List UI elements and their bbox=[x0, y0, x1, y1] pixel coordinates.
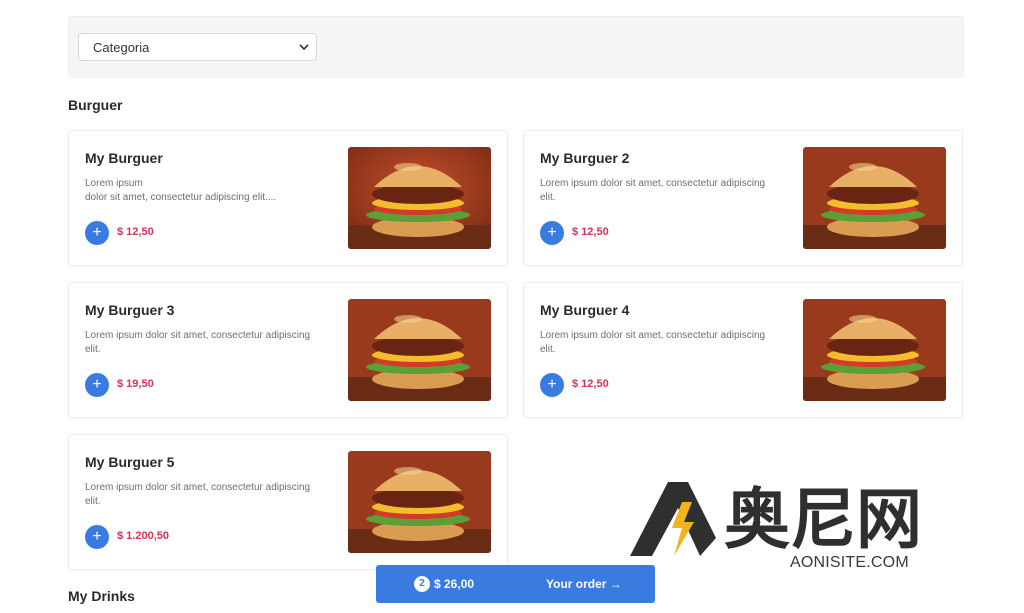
order-total: $ 26,00 bbox=[434, 577, 475, 591]
burger-image bbox=[803, 147, 946, 249]
product-description: Lorem ipsum dolor sit amet, consectetur … bbox=[85, 330, 311, 355]
menu-page: Categoria Burguer My Burguer Lorem ipsum… bbox=[0, 0, 1024, 613]
product-description: Lorem ipsum dolor sit amet, consectetur … bbox=[85, 178, 277, 203]
filter-bar: Categoria bbox=[68, 16, 964, 78]
product-description: Lorem ipsum dolor sit amet, consectetur … bbox=[540, 330, 766, 355]
product-name: My Burguer 4 bbox=[540, 302, 630, 318]
product-name: My Burguer bbox=[85, 150, 163, 166]
svg-text:奥尼网: 奥尼网 bbox=[724, 481, 922, 558]
product-price: $ 12,50 bbox=[572, 378, 609, 390]
product-price: $ 12,50 bbox=[572, 226, 609, 238]
add-to-cart-button[interactable]: + bbox=[85, 373, 109, 397]
add-to-cart-button[interactable]: + bbox=[540, 221, 564, 245]
product-name: My Burguer 2 bbox=[540, 150, 630, 166]
product-card[interactable]: My Burguer Lorem ipsum dolor sit amet, c… bbox=[68, 130, 508, 266]
your-order-button[interactable]: 2 $ 26,00 Your order → bbox=[376, 565, 655, 603]
product-card[interactable]: My Burguer 5 Lorem ipsum dolor sit amet,… bbox=[68, 434, 508, 570]
cart-count-badge: 2 bbox=[414, 576, 430, 592]
category-select[interactable]: Categoria bbox=[78, 33, 317, 61]
add-to-cart-button[interactable]: + bbox=[85, 525, 109, 549]
product-price: $ 12,50 bbox=[117, 226, 154, 238]
product-price: $ 19,50 bbox=[117, 378, 154, 390]
watermark-logo-icon: 奥尼网 bbox=[630, 481, 922, 558]
product-card[interactable]: My Burguer 4 Lorem ipsum dolor sit amet,… bbox=[523, 282, 963, 418]
burger-image bbox=[348, 299, 491, 401]
product-description: Lorem ipsum dolor sit amet, consectetur … bbox=[540, 178, 766, 203]
watermark: 奥尼网 AONISITE.COM bbox=[628, 478, 988, 578]
section-title-drinks: My Drinks bbox=[68, 588, 135, 604]
product-description: Lorem ipsum dolor sit amet, consectetur … bbox=[85, 482, 311, 507]
your-order-label: Your order → bbox=[546, 577, 622, 591]
product-name: My Burguer 3 bbox=[85, 302, 175, 318]
watermark-site: AONISITE.COM bbox=[790, 554, 909, 571]
product-card[interactable]: My Burguer 2 Lorem ipsum dolor sit amet,… bbox=[523, 130, 963, 266]
category-select-value: Categoria bbox=[93, 39, 150, 55]
chevron-down-icon bbox=[299, 44, 309, 51]
section-title-burguer: Burguer bbox=[68, 97, 123, 113]
burger-image bbox=[348, 147, 491, 249]
add-to-cart-button[interactable]: + bbox=[85, 221, 109, 245]
burger-image bbox=[803, 299, 946, 401]
add-to-cart-button[interactable]: + bbox=[540, 373, 564, 397]
burger-image bbox=[348, 451, 491, 553]
product-price: $ 1.200,50 bbox=[117, 530, 169, 542]
product-card[interactable]: My Burguer 3 Lorem ipsum dolor sit amet,… bbox=[68, 282, 508, 418]
product-name: My Burguer 5 bbox=[85, 454, 175, 470]
